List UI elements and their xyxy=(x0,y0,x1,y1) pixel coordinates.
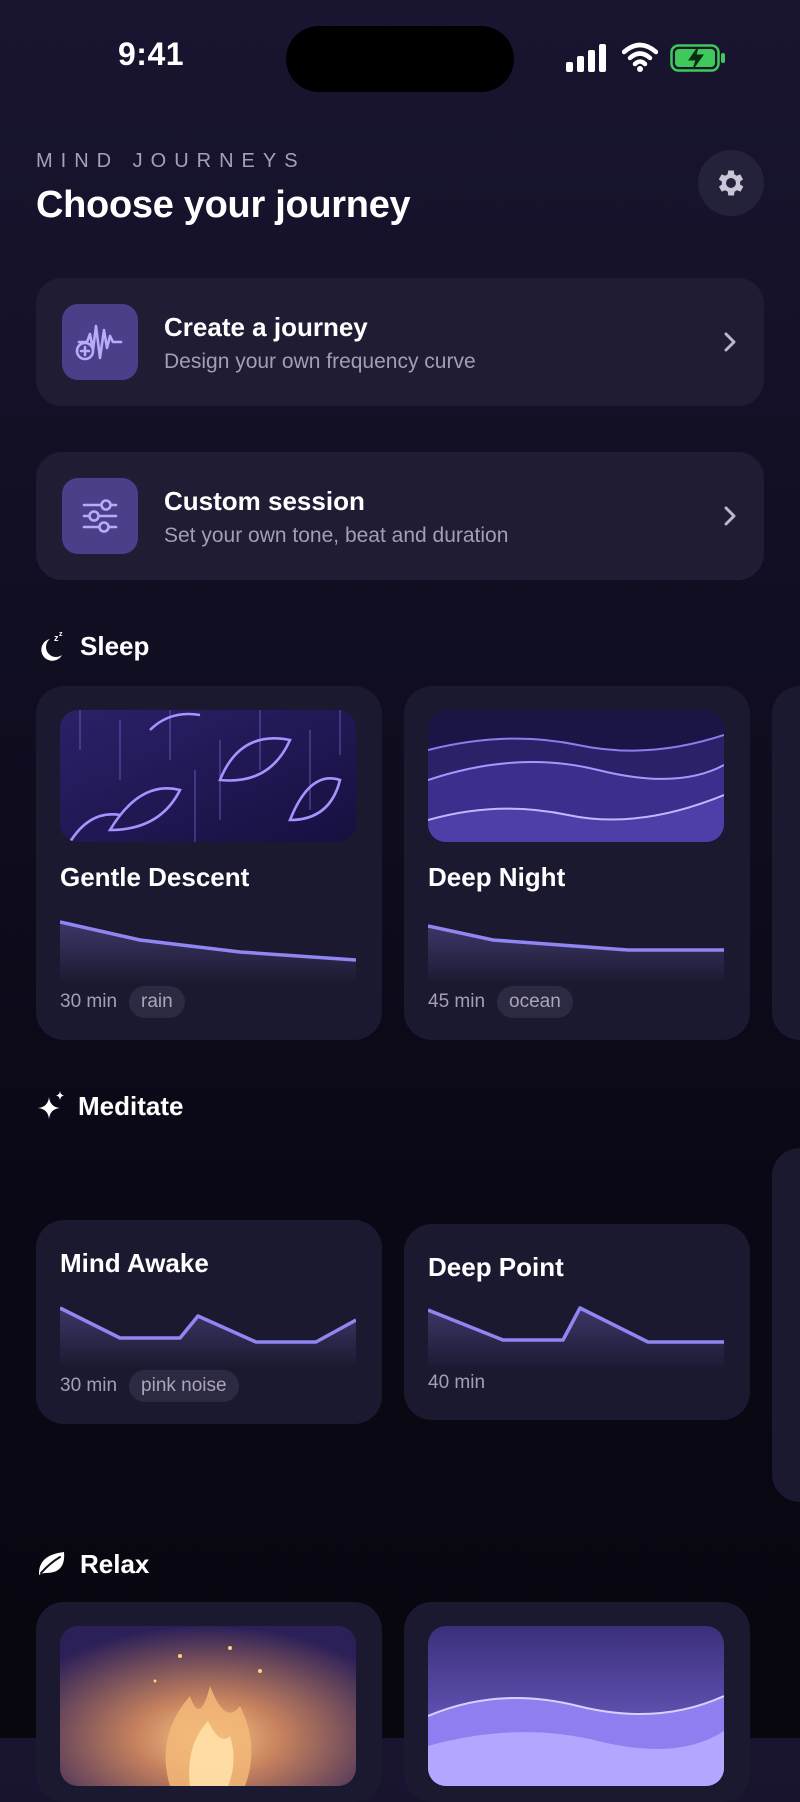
waveform-plus-icon xyxy=(62,304,138,380)
section-header-sleep: z z Sleep xyxy=(36,626,149,666)
leaf-icon xyxy=(38,1552,65,1575)
journey-card-relax-waves[interactable] xyxy=(404,1602,750,1802)
journey-title: Mind Awake xyxy=(60,1248,209,1278)
sound-tag: ocean xyxy=(497,986,573,1018)
duration-label: 45 min xyxy=(428,991,486,1012)
journey-card-partial[interactable] xyxy=(772,1148,800,1502)
page-title: Choose your journey xyxy=(36,184,411,226)
frequency-curve-graph xyxy=(428,1306,724,1370)
duration-label: 30 min xyxy=(60,991,118,1012)
dynamic-island xyxy=(286,26,514,92)
journey-card-mind-awake[interactable]: Mind Awake 30 min pink noise xyxy=(36,1220,382,1424)
journey-card-deep-point[interactable]: Deep Point 40 min xyxy=(404,1224,750,1420)
section-header-relax: Relax xyxy=(36,1544,149,1584)
sound-tag: pink noise xyxy=(129,1370,239,1402)
create-journey-title: Create a journey xyxy=(164,312,368,342)
journey-card-deep-night[interactable]: Deep Night 45 min ocean xyxy=(404,686,750,1040)
sound-tag: rain xyxy=(129,986,185,1018)
journey-title: Deep Night xyxy=(428,862,566,892)
status-time: 9:41 xyxy=(118,36,185,72)
section-title-meditate: Meditate xyxy=(78,1090,184,1121)
sparkles-icon xyxy=(38,1091,64,1119)
campfire-thumbnail xyxy=(60,1626,356,1786)
custom-session-title: Custom session xyxy=(164,486,365,516)
chevron-right-icon xyxy=(724,332,736,352)
custom-session-subtitle: Set your own tone, beat and duration xyxy=(164,524,509,547)
app-eyebrow: MIND JOURNEYS xyxy=(36,150,306,172)
moon-zzz-icon: z z xyxy=(41,631,63,661)
journey-card-partial[interactable] xyxy=(772,686,800,1040)
journey-meta: 40 min xyxy=(428,1372,485,1394)
journey-meta: 30 min rain xyxy=(60,986,185,1018)
journey-card-relax-fire[interactable] xyxy=(36,1602,382,1802)
night-waves-thumbnail xyxy=(428,710,724,842)
custom-session-card[interactable]: Custom session Set your own tone, beat a… xyxy=(36,452,764,580)
create-journey-subtitle: Design your own frequency curve xyxy=(164,350,476,373)
dunes-thumbnail xyxy=(428,1626,724,1786)
sliders-icon xyxy=(62,478,138,554)
svg-text:z: z xyxy=(59,631,63,638)
journey-title: Gentle Descent xyxy=(60,862,250,892)
journey-title: Deep Point xyxy=(428,1252,564,1282)
journey-meta: 45 min ocean xyxy=(428,986,573,1018)
section-title-relax: Relax xyxy=(80,1548,150,1579)
cellular-signal-icon xyxy=(566,44,606,72)
chevron-right-icon xyxy=(724,506,736,526)
gear-icon xyxy=(718,170,744,196)
frequency-curve-graph xyxy=(60,1306,356,1368)
settings-button[interactable] xyxy=(698,150,764,216)
battery-charging-icon xyxy=(670,44,725,72)
duration-label: 30 min xyxy=(60,1375,118,1396)
create-journey-card[interactable]: Create a journey Design your own frequen… xyxy=(36,278,764,406)
rain-leaves-thumbnail xyxy=(60,710,356,842)
journey-meta: 30 min pink noise xyxy=(60,1370,239,1402)
wifi-icon xyxy=(622,42,658,72)
section-header-meditate: Meditate xyxy=(36,1086,183,1126)
duration-label: 40 min xyxy=(428,1372,486,1393)
frequency-curve-graph xyxy=(60,920,356,984)
section-title-sleep: Sleep xyxy=(80,630,150,661)
journey-card-gentle-descent[interactable]: Gentle Descent 30 min rain xyxy=(36,686,382,1040)
frequency-curve-graph xyxy=(428,924,724,984)
